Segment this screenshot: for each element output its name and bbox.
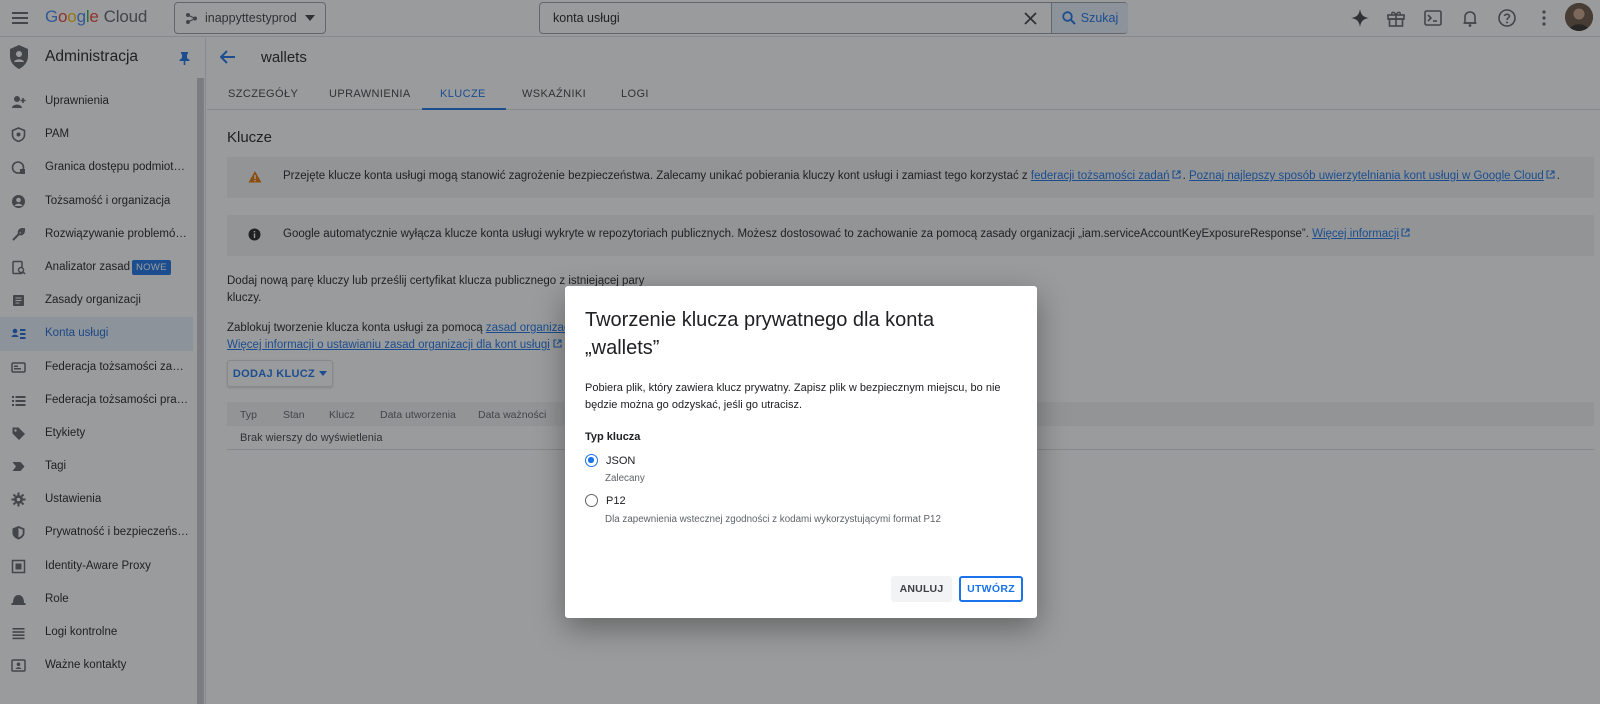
- create-key-dialog: Tworzenie klucza prywatnego dla konta „w…: [565, 286, 1037, 618]
- dialog-title: Tworzenie klucza prywatnego dla konta „w…: [585, 309, 935, 359]
- radio-button-selected[interactable]: [585, 454, 598, 467]
- radio-json-label: JSON: [606, 454, 636, 467]
- create-button[interactable]: UTWÓRZ: [959, 576, 1023, 602]
- radio-p12-label: P12: [606, 494, 626, 507]
- dialog-description: Pobiera plik, który zawiera klucz prywat…: [585, 382, 1001, 411]
- key-type-label: Typ klucza: [585, 431, 641, 443]
- radio-json-hint: Zalecany: [605, 473, 645, 484]
- cancel-button[interactable]: ANULUJ: [891, 576, 952, 602]
- radio-p12-hint: Dla zapewnienia wstecznej zgodności z ko…: [605, 514, 941, 525]
- radio-p12[interactable]: P12: [585, 494, 626, 507]
- radio-button[interactable]: [585, 494, 598, 507]
- radio-json[interactable]: JSON: [585, 454, 635, 467]
